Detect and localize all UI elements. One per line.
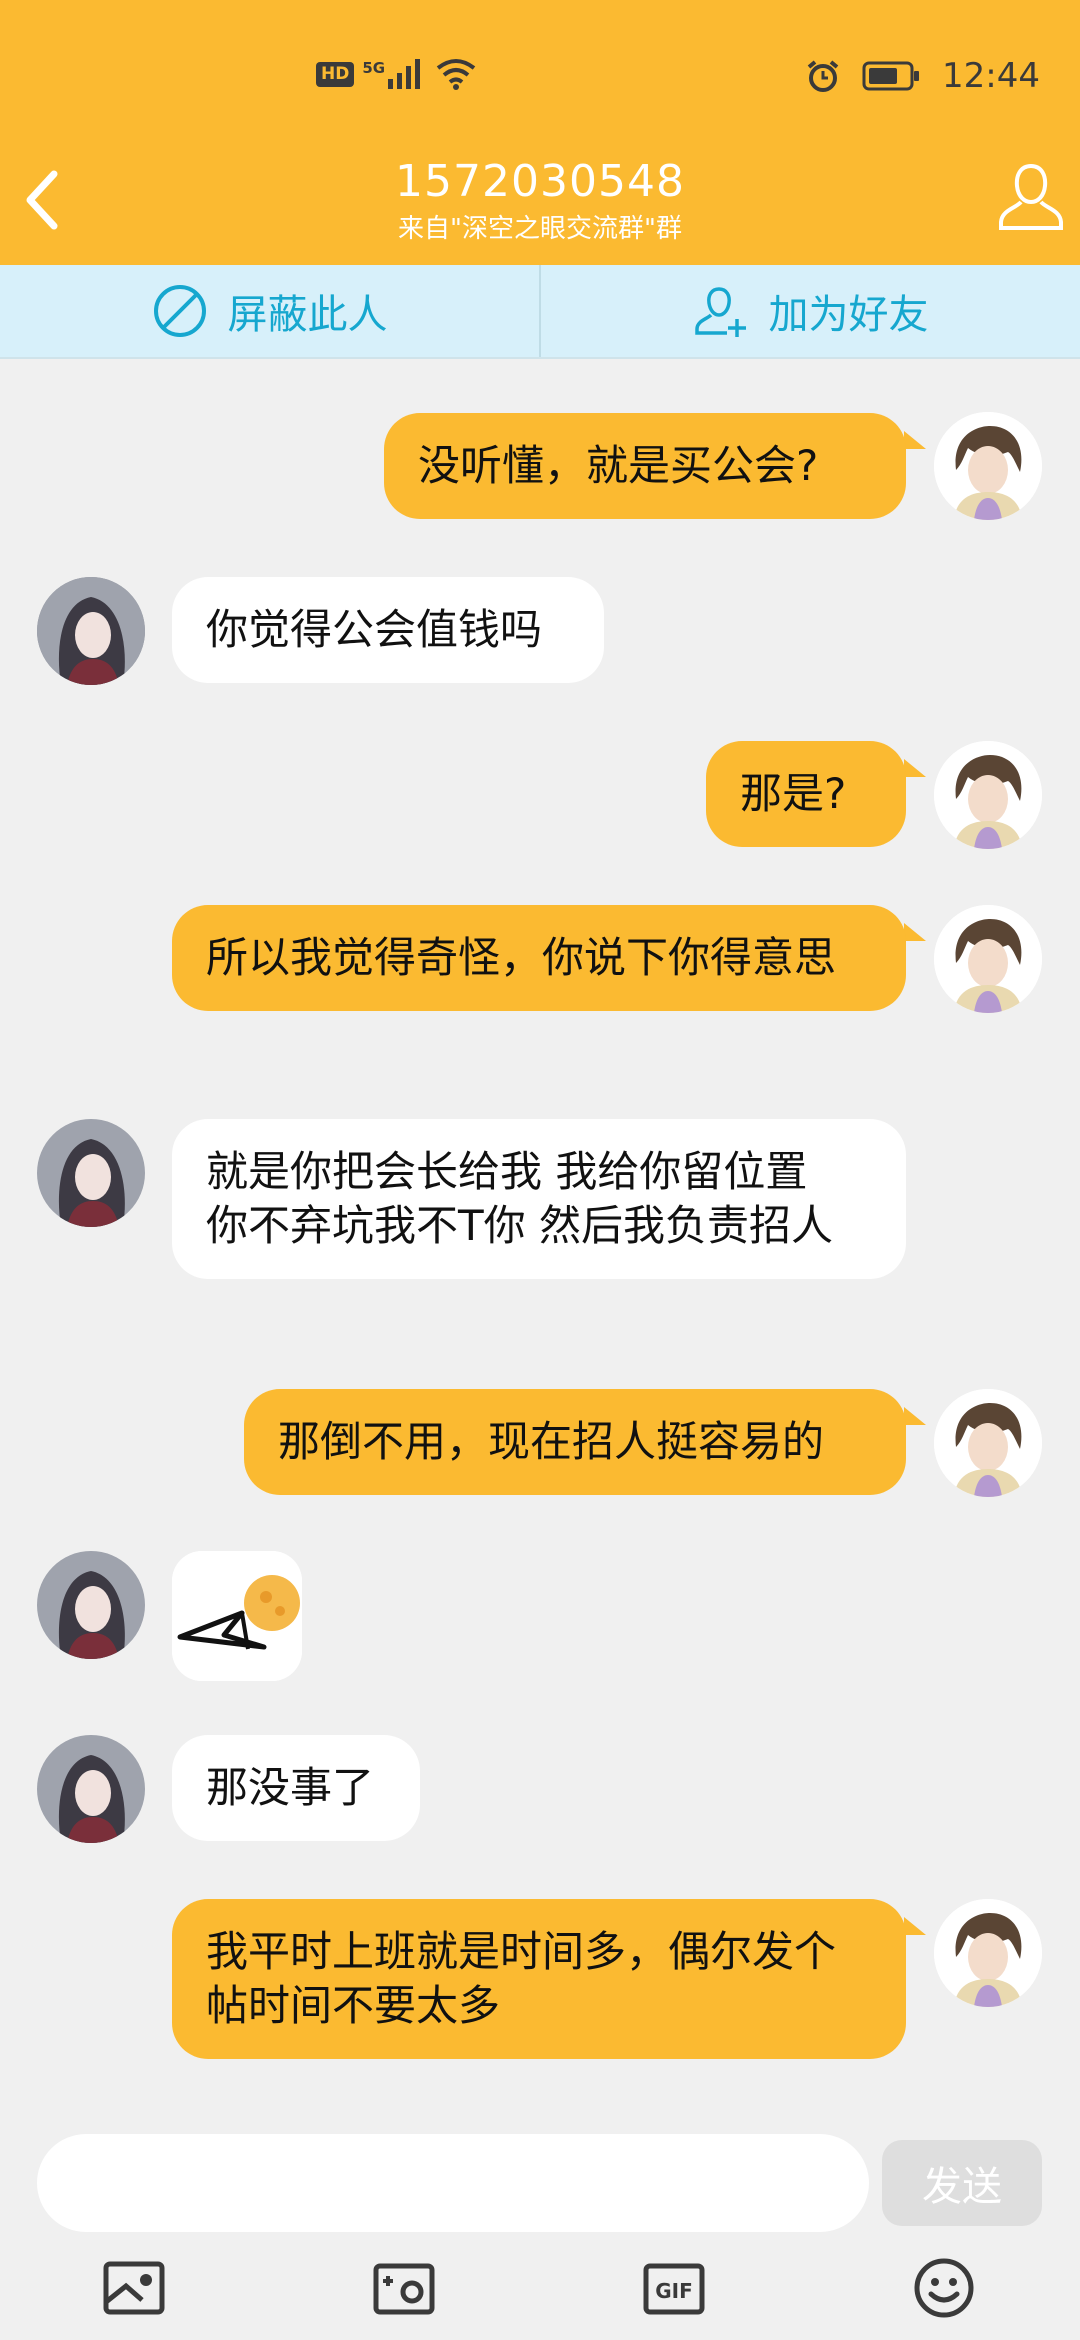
action-bar: 屏蔽此人 加为好友 <box>0 265 1080 359</box>
contact-avatar[interactable] <box>37 1551 145 1659</box>
chat-bubble-sent[interactable]: 那倒不用，现在招人挺容易的 <box>244 1389 906 1495</box>
wifi-icon <box>436 59 476 90</box>
chat-bubble-sent[interactable]: 我平时上班就是时间多，偶尔发个帖时间不要太多 <box>172 1899 906 2059</box>
chat-bubble-sent[interactable]: 没听懂，就是买公会? <box>384 413 906 519</box>
my-avatar[interactable] <box>934 412 1042 520</box>
send-button[interactable]: 发送 <box>882 2140 1042 2226</box>
network-type-label: 5G <box>362 59 386 77</box>
add-friend-icon <box>694 287 746 337</box>
alarm-icon <box>807 60 839 92</box>
status-right: 12:44 <box>806 56 1040 96</box>
emoji-button[interactable] <box>912 2256 976 2320</box>
chat-bubble-received[interactable]: 那没事了 <box>172 1735 420 1841</box>
bubble-tail <box>904 1407 926 1425</box>
page-title: 1572030548 <box>395 156 685 207</box>
sticker-message[interactable] <box>172 1551 302 1681</box>
bubble-tail <box>904 431 926 449</box>
my-avatar[interactable] <box>934 741 1042 849</box>
bubble-tail <box>904 759 926 777</box>
page-subtitle: 来自"深空之眼交流群"群 <box>398 214 682 244</box>
contact-avatar[interactable] <box>37 1119 145 1227</box>
chat-bubble-sent[interactable]: 所以我觉得奇怪，你说下你得意思 <box>172 905 906 1011</box>
add-friend-label: 加为好友 <box>768 292 929 338</box>
gif-button[interactable]: GIF <box>642 2256 706 2320</box>
composer: 发送 GIF <box>0 2060 1080 2340</box>
message-input[interactable] <box>37 2134 869 2232</box>
gif-icon: GIF <box>643 2263 705 2315</box>
bubble-tail <box>904 923 926 941</box>
chat-bubble-received[interactable]: 就是你把会长给我 我给你留位置 你不弃坑我不T你 然后我负责招人 <box>172 1119 906 1279</box>
my-avatar[interactable] <box>934 1899 1042 2007</box>
contact-avatar[interactable] <box>37 577 145 685</box>
camera-button[interactable] <box>372 2256 436 2320</box>
app-header: HD 5G 12:44 1572030548 来自"深空之眼交流群"群 <box>0 0 1080 265</box>
signal-5g-icon: 5G <box>362 59 422 89</box>
chat-bubble-received[interactable]: 你觉得公会值钱吗 <box>172 577 604 683</box>
bubble-tail <box>904 1917 926 1935</box>
image-icon <box>103 2261 165 2315</box>
add-friend-button[interactable]: 加为好友 <box>541 265 1080 357</box>
hd-badge: HD <box>316 61 355 87</box>
block-icon <box>153 285 206 337</box>
person-icon <box>999 163 1063 230</box>
block-user-label: 屏蔽此人 <box>227 292 388 338</box>
chat-title-block: 1572030548 来自"深空之眼交流群"群 <box>0 152 1080 246</box>
camera-icon <box>373 2263 435 2315</box>
svg-text:GIF: GIF <box>655 2279 693 2303</box>
chat-bubble-sent[interactable]: 那是? <box>706 741 906 847</box>
my-avatar[interactable] <box>934 1389 1042 1497</box>
clock-time: 12:44 <box>942 56 1040 96</box>
block-user-button[interactable]: 屏蔽此人 <box>0 265 539 357</box>
status-left: HD 5G <box>316 58 476 90</box>
chat-messages[interactable]: 没听懂，就是买公会? 你觉得公会值钱吗 那是? 所以我觉得奇怪，你说下你得意思 … <box>0 359 1080 2059</box>
my-avatar[interactable] <box>934 905 1042 1013</box>
profile-button[interactable] <box>996 158 1066 238</box>
contact-avatar[interactable] <box>37 1735 145 1843</box>
sticker-image <box>172 1551 302 1681</box>
status-bar: HD 5G 12:44 <box>0 0 1080 160</box>
image-button[interactable] <box>102 2256 166 2320</box>
battery-icon <box>862 61 920 91</box>
emoji-icon <box>914 2258 974 2318</box>
